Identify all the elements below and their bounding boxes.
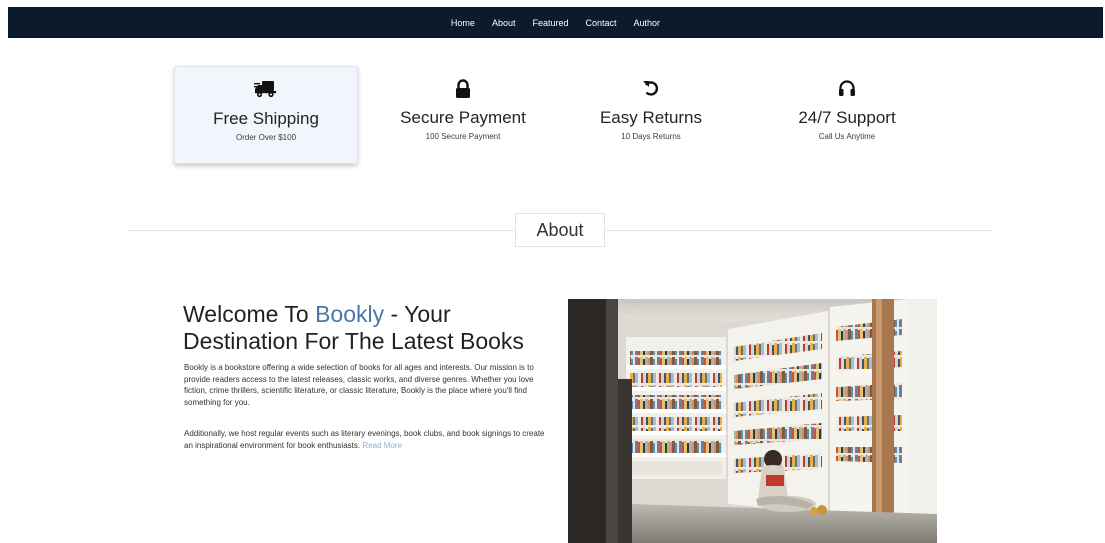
nav-about-link[interactable]: About [492, 18, 516, 28]
undo-icon [643, 81, 659, 96]
about-paragraph-1: Bookly is a bookstore offering a wide se… [184, 363, 534, 407]
feature-title: 24/7 Support [798, 108, 896, 127]
nav-featured-link[interactable]: Featured [532, 18, 568, 28]
feature-subtitle: 100 Secure Payment [425, 132, 501, 141]
truck-icon [254, 81, 276, 98]
nav-contact-link[interactable]: Contact [586, 18, 617, 28]
section-title-about: About [515, 213, 605, 247]
feature-title: Easy Returns [599, 108, 703, 127]
headphones-icon [839, 80, 855, 96]
top-navbar: Home About Featured Contact Author [8, 7, 1103, 38]
headline-prefix: Welcome To [183, 301, 316, 327]
feature-support[interactable]: 24/7 Support Call Us Anytime [755, 66, 939, 164]
headline-brand: Bookly [315, 301, 385, 327]
bookstore-photo [568, 299, 937, 543]
about-headline: Welcome To Bookly - Your Destination For… [183, 301, 563, 355]
feature-easy-returns[interactable]: Easy Returns 10 Days Returns [559, 66, 743, 164]
feature-subtitle: 10 Days Returns [621, 132, 681, 141]
feature-title: Free Shipping [213, 109, 319, 128]
feature-free-shipping[interactable]: Free Shipping Order Over $100 [174, 66, 358, 164]
lock-icon [456, 79, 470, 98]
feature-title: Secure Payment [400, 108, 526, 127]
about-paragraph-2: Additionally, we host regular events suc… [184, 428, 546, 451]
read-more-link[interactable]: Read More [362, 441, 402, 450]
nav-author-link[interactable]: Author [634, 18, 661, 28]
feature-secure-payment[interactable]: Secure Payment 100 Secure Payment [371, 66, 555, 164]
feature-subtitle: Order Over $100 [235, 133, 297, 142]
nav-home-link[interactable]: Home [451, 18, 475, 28]
feature-subtitle: Call Us Anytime [818, 132, 876, 141]
